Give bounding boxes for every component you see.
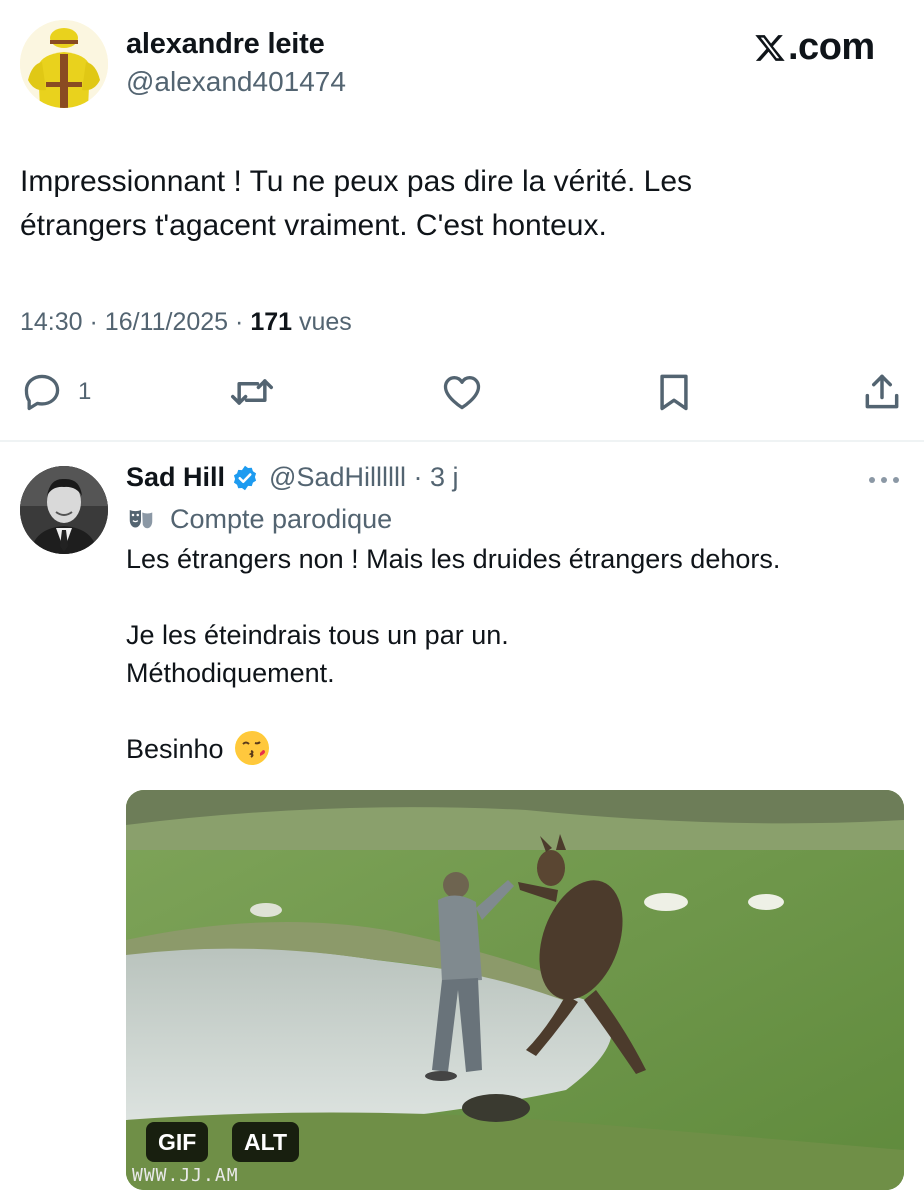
share-button[interactable] <box>860 370 904 414</box>
reply-text-last-line: Besinho <box>126 730 906 768</box>
reply-author-name[interactable]: Sad Hill <box>126 462 225 493</box>
views-count: 171 <box>250 308 293 336</box>
reply-age[interactable]: 3 j <box>430 462 459 493</box>
tweet-text-line: étrangers t'agacent vraiment. C'est hont… <box>20 209 607 242</box>
author-name[interactable]: alexandre leite <box>126 28 325 61</box>
video-watermark: WWW.JJ.AM <box>132 1165 239 1186</box>
reply-author-handle[interactable]: @SadHillllll <box>269 462 406 493</box>
more-dots-icon <box>869 477 899 483</box>
gif-media[interactable]: GIF ALT WWW.JJ.AM <box>126 790 904 1190</box>
verified-badge-icon <box>233 465 257 490</box>
reply-count: 1 <box>78 378 92 405</box>
theater-masks-icon <box>129 509 153 528</box>
jockey-silks-image <box>20 20 108 108</box>
bookmark-icon <box>660 374 688 411</box>
x-logo-icon <box>755 34 785 61</box>
tweet-date[interactable]: 16/11/2025 <box>105 308 228 336</box>
like-button[interactable] <box>440 370 484 414</box>
tweet-text: Impressionnant ! Tu ne peux pas dire la … <box>20 160 900 248</box>
author-avatar[interactable] <box>20 20 108 108</box>
gif-badge: GIF <box>146 1122 209 1162</box>
retweet-icon <box>231 379 273 405</box>
tweet-actions: 1 <box>0 370 924 426</box>
retweet-button[interactable] <box>228 370 276 414</box>
heart-icon <box>443 376 481 410</box>
alt-text-button[interactable]: ALT <box>232 1122 300 1162</box>
tweet-time[interactable]: 14:30 <box>20 308 83 336</box>
brand-suffix: .com <box>788 26 875 68</box>
reply-icon <box>24 374 60 411</box>
reply-header: Sad Hill @SadHillllll · 3 j <box>126 462 459 493</box>
reply-avatar[interactable] <box>20 466 108 554</box>
meta-separator: · <box>89 308 105 336</box>
bookmark-button[interactable] <box>652 370 696 414</box>
meta-separator: · <box>235 308 251 336</box>
reply-text-line: Les étrangers non ! Mais les druides étr… <box>126 544 781 574</box>
author-handle[interactable]: @alexand401474 <box>126 66 346 98</box>
share-icon <box>865 374 899 409</box>
parody-label: Compte parodique <box>126 504 392 535</box>
kissing-face-emoji-icon <box>235 731 270 765</box>
more-options-button[interactable] <box>866 470 902 495</box>
tweet-meta: 14:30 · 16/11/2025 · 171 vues <box>20 308 352 337</box>
reply-text-line: Méthodiquement. <box>126 658 335 688</box>
reply-text-line: Je les éteindrais tous un par un. <box>126 620 509 650</box>
tweet-text-line: Impressionnant ! Tu ne peux pas dire la … <box>20 165 693 198</box>
reply-text: Les étrangers non ! Mais les druides étr… <box>126 540 906 768</box>
divider <box>0 440 924 442</box>
reply-text-line: Besinho <box>126 734 224 764</box>
portrait-photo-image <box>20 466 108 554</box>
parody-text: Compte parodique <box>170 504 393 534</box>
x-brand: .com <box>754 26 875 69</box>
meta-separator: · <box>405 462 430 492</box>
reply-button[interactable]: 1 <box>20 370 91 414</box>
views-label: vues <box>298 308 352 336</box>
